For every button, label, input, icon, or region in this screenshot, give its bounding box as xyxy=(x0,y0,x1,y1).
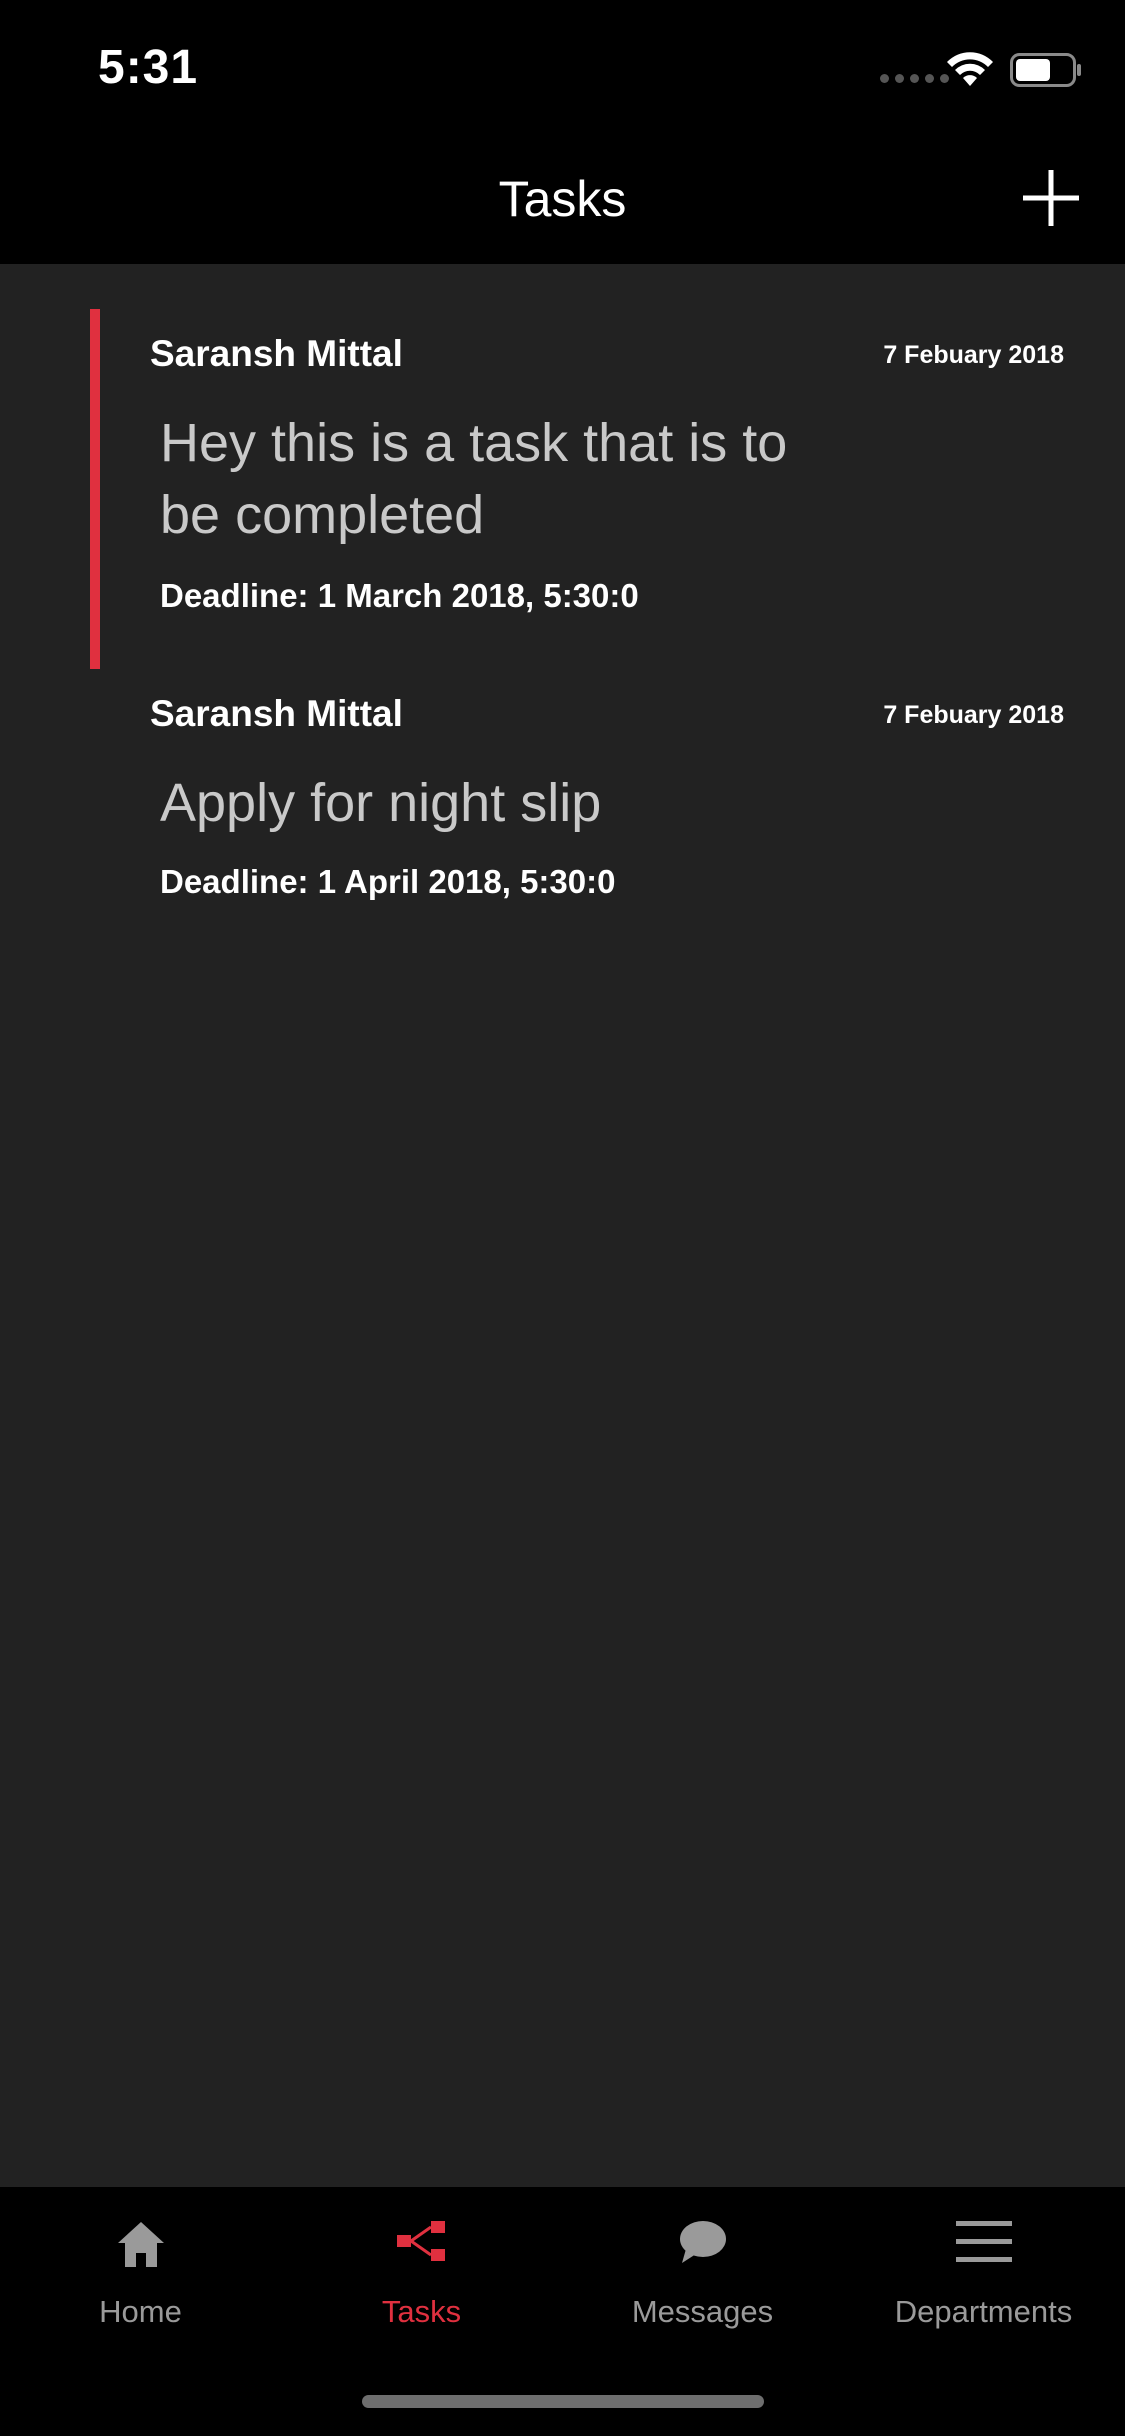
plus-icon xyxy=(1023,170,1079,226)
menu-lines-icon xyxy=(955,2221,1012,2262)
tab-departments[interactable]: Departments xyxy=(843,2187,1124,2337)
tab-messages[interactable]: Messages xyxy=(562,2187,843,2337)
battery-icon xyxy=(1010,53,1081,87)
task-description: Hey this is a task that is to be complet… xyxy=(160,413,788,545)
tab-label: Departments xyxy=(894,2294,1073,2329)
home-icon xyxy=(117,2222,164,2267)
selected-indicator xyxy=(90,309,100,669)
page-title: Tasks xyxy=(498,171,627,227)
task-date: 7 Febuary 2018 xyxy=(883,341,1064,369)
task-item[interactable]: Saransh Mittal 7 Febuary 2018 Apply for … xyxy=(90,669,1090,909)
tab-home[interactable]: Home xyxy=(0,2187,281,2337)
tasks-icon xyxy=(396,2221,445,2261)
task-deadline: Deadline: 1 April 2018, 5:30:0 xyxy=(160,863,616,900)
task-item[interactable]: Saransh Mittal 7 Febuary 2018 Hey this i… xyxy=(90,309,1090,669)
task-date: 7 Febuary 2018 xyxy=(883,701,1064,729)
status-bar: 5:31 xyxy=(0,0,1125,132)
add-task-button[interactable] xyxy=(1020,167,1082,229)
tab-label: Home xyxy=(99,2294,182,2329)
tab-label: Tasks xyxy=(381,2294,462,2329)
tab-label: Messages xyxy=(631,2294,774,2329)
task-deadline: Deadline: 1 March 2018, 5:30:0 xyxy=(160,577,639,614)
cellular-signal-icon xyxy=(880,74,949,83)
chat-bubble-icon xyxy=(679,2221,726,2263)
task-author: Saransh Mittal xyxy=(150,333,403,374)
wifi-icon xyxy=(947,52,993,86)
task-author: Saransh Mittal xyxy=(150,693,403,734)
status-time: 5:31 xyxy=(98,41,199,94)
home-indicator[interactable] xyxy=(362,2395,764,2408)
task-description: Apply for night slip xyxy=(160,773,602,833)
navigation-bar: Tasks xyxy=(0,132,1125,264)
tab-tasks[interactable]: Tasks xyxy=(281,2187,562,2337)
